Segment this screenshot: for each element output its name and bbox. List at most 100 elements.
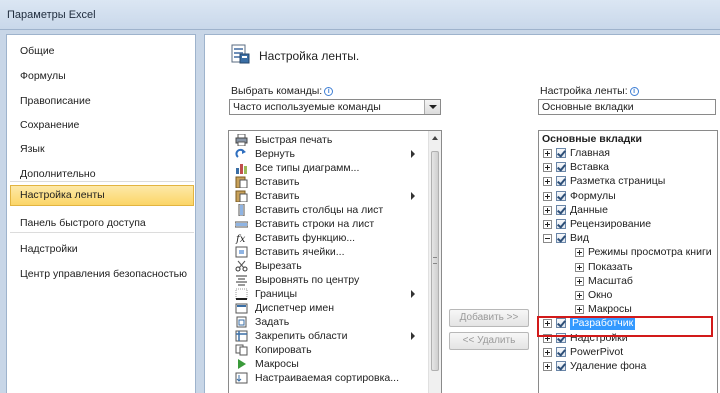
tree-tab-item[interactable]: Удаление фона — [539, 359, 715, 373]
list-item[interactable]: Быстрая печать — [231, 133, 419, 147]
checkbox-checked-icon[interactable] — [556, 219, 566, 229]
chevron-down-icon[interactable] — [424, 100, 440, 114]
sidebar: Общие Формулы Правописание Сохранение Яз… — [6, 34, 196, 393]
list-item[interactable]: Выровнять по центру — [231, 273, 419, 287]
paste-icon — [235, 190, 248, 202]
list-item[interactable]: Границы — [231, 287, 419, 301]
tree-group-item[interactable]: Режимы просмотра книги — [539, 245, 715, 259]
tree-tab-item[interactable]: Вставка — [539, 160, 715, 174]
collapse-icon[interactable] — [543, 234, 552, 244]
expand-icon[interactable] — [543, 191, 552, 201]
freeze-panes-icon — [235, 330, 248, 342]
expand-icon[interactable] — [543, 347, 552, 357]
checkbox-checked-icon[interactable] — [556, 361, 566, 371]
tree-tab-item[interactable]: Вид — [539, 231, 715, 245]
tree-group-item[interactable]: Окно — [539, 288, 715, 302]
remove-button[interactable]: << Удалить — [449, 332, 529, 350]
tree-item-label: Рецензирование — [570, 218, 652, 230]
scroll-thumb[interactable] — [431, 151, 439, 371]
list-item[interactable]: Вставить — [231, 189, 419, 203]
checkbox-checked-icon[interactable] — [556, 148, 566, 158]
expand-icon[interactable] — [543, 362, 552, 371]
tree-group-item[interactable]: Масштаб — [539, 274, 715, 288]
list-item[interactable]: Вырезать — [231, 259, 419, 273]
list-item[interactable]: Задать — [231, 315, 419, 329]
sidebar-item-addins[interactable]: Надстройки — [10, 239, 194, 260]
choose-commands-dropdown[interactable]: Часто используемые команды — [229, 99, 441, 115]
sidebar-divider — [10, 181, 194, 182]
expand-icon[interactable] — [543, 177, 552, 187]
list-item[interactable]: Вставить столбцы на лист — [231, 203, 419, 217]
customize-ribbon-dropdown[interactable]: Основные вкладки — [538, 99, 716, 115]
redo-icon — [235, 148, 246, 158]
tree-group-item[interactable]: Показать — [539, 260, 715, 274]
list-item[interactable]: Все типы диаграмм... — [231, 161, 419, 175]
list-item[interactable]: Макросы — [231, 357, 419, 371]
info-icon[interactable]: i — [324, 87, 334, 96]
expand-icon[interactable] — [543, 205, 552, 215]
copy-icon — [235, 344, 248, 356]
tree-tab-item[interactable]: Данные — [539, 203, 715, 217]
list-item[interactable]: fx Вставить функцию... — [231, 231, 419, 245]
list-item[interactable]: Настраиваемая сортировка... — [231, 371, 419, 385]
tree-tab-item[interactable]: PowerPivot — [539, 345, 715, 359]
expand-icon[interactable] — [575, 262, 584, 272]
expand-icon[interactable] — [575, 276, 584, 286]
title-bar: Параметры Excel — [0, 0, 720, 30]
expand-icon[interactable] — [543, 149, 552, 158]
paste-icon — [235, 176, 248, 188]
list-item[interactable]: Копировать — [231, 343, 419, 357]
tree-item-label: Режимы просмотра книги — [588, 246, 712, 259]
tree-tab-item[interactable]: Рецензирование — [539, 217, 715, 231]
expand-icon[interactable] — [575, 305, 584, 315]
main-panel: Настройка ленты. Выбрать команды: i Часто… — [204, 34, 720, 393]
list-item[interactable]: Вставить строки на лист — [231, 217, 419, 231]
sidebar-divider — [10, 232, 194, 233]
scroll-up-icon[interactable] — [432, 136, 438, 140]
checkbox-checked-icon[interactable] — [556, 233, 566, 244]
expand-icon[interactable] — [575, 291, 584, 300]
expand-icon[interactable] — [543, 163, 552, 173]
highlight-box — [537, 316, 713, 337]
expand-icon[interactable] — [575, 248, 584, 258]
sidebar-item-save[interactable]: Сохранение — [10, 115, 194, 136]
commands-scrollbar[interactable] — [428, 131, 441, 393]
submenu-arrow-icon — [411, 332, 415, 340]
add-button[interactable]: Добавить >> — [449, 309, 529, 327]
customize-ribbon-icon — [231, 44, 250, 64]
tree-tab-item[interactable]: Разметка страницы — [539, 174, 715, 188]
sidebar-item-proofing[interactable]: Правописание — [10, 91, 194, 112]
tree-header: Основные вкладки — [542, 133, 643, 145]
tree-group-item[interactable]: Макросы — [539, 302, 715, 316]
customize-ribbon-value: Основные вкладки — [542, 101, 634, 113]
list-item[interactable]: Диспетчер имен — [231, 301, 419, 315]
sidebar-item-trust-center[interactable]: Центр управления безопасностью — [10, 264, 194, 285]
expand-icon[interactable] — [543, 220, 552, 229]
checkbox-checked-icon[interactable] — [556, 176, 566, 187]
sidebar-item-language[interactable]: Язык — [10, 139, 194, 160]
tree-tab-item[interactable]: Главная — [539, 146, 715, 160]
set-print-area-icon — [236, 316, 247, 328]
sidebar-item-customize-ribbon[interactable]: Настройка ленты — [10, 185, 194, 206]
custom-sort-icon — [235, 372, 248, 384]
list-item[interactable]: Вставить — [231, 175, 419, 189]
sidebar-item-quick-access-toolbar[interactable]: Панель быстрого доступа — [10, 213, 194, 234]
chart-types-icon — [236, 164, 247, 174]
checkbox-checked-icon[interactable] — [556, 190, 566, 201]
commands-list[interactable]: Быстрая печать Вернуть Все типы диаграмм… — [228, 130, 442, 393]
ribbon-tree[interactable]: Основные вкладки Главная Вставка Разметка … — [538, 130, 718, 393]
tree-item-label: Вид — [570, 232, 589, 245]
choose-commands-value: Часто используемые команды — [233, 101, 381, 113]
checkbox-checked-icon[interactable] — [556, 346, 566, 357]
tree-item-label: Макросы — [588, 303, 632, 316]
tree-tab-item[interactable]: Формулы — [539, 189, 715, 203]
sidebar-item-general[interactable]: Общие — [10, 41, 194, 62]
tree-item-label: Формулы — [570, 189, 616, 202]
list-item[interactable]: Вернуть — [231, 147, 419, 161]
checkbox-checked-icon[interactable] — [556, 204, 566, 215]
info-icon[interactable]: i — [629, 87, 639, 96]
list-item[interactable]: Закрепить области — [231, 329, 419, 343]
list-item[interactable]: Вставить ячейки... — [231, 245, 419, 259]
sidebar-item-formulas[interactable]: Формулы — [10, 66, 194, 87]
checkbox-checked-icon[interactable] — [556, 162, 566, 173]
